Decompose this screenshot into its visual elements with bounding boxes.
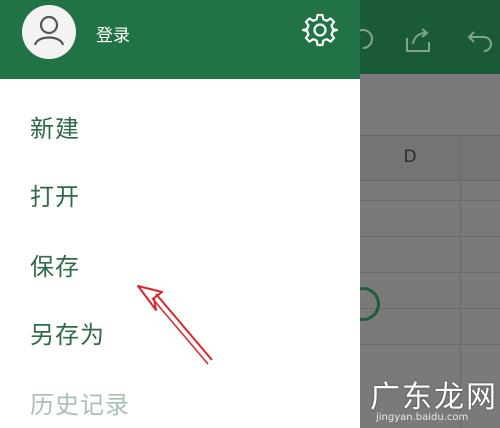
gear-icon[interactable]	[302, 12, 338, 48]
drawer-header: 登录	[0, 0, 360, 79]
menu-item-open[interactable]: 打开	[30, 177, 80, 212]
undo-icon	[467, 31, 492, 52]
watermark-title: 广东龙网	[370, 380, 498, 415]
watermark-url: jingyan.baidu.com	[376, 412, 469, 423]
arrow-annotation	[137, 285, 213, 365]
column-label-d: D	[403, 147, 417, 167]
grid-line	[360, 344, 500, 345]
login-link[interactable]: 登录	[96, 21, 130, 46]
share-icon	[406, 28, 430, 52]
menu-item-new[interactable]: 新建	[30, 109, 80, 144]
menu-item-save-as[interactable]: 另存为	[30, 315, 105, 350]
user-avatar-icon[interactable]	[22, 5, 76, 59]
grid-line	[360, 236, 500, 237]
grid-line	[360, 200, 500, 201]
navigation-drawer: 登录 新建 打开 保存 另存为 历史记录	[0, 0, 360, 428]
grid-line	[360, 272, 500, 273]
watermark: 广东龙网 jingyan.baidu.com	[362, 372, 500, 428]
menu-item-save[interactable]: 保存	[30, 247, 80, 282]
menu-item-history[interactable]: 历史记录	[30, 385, 130, 420]
grid-line	[360, 308, 500, 309]
